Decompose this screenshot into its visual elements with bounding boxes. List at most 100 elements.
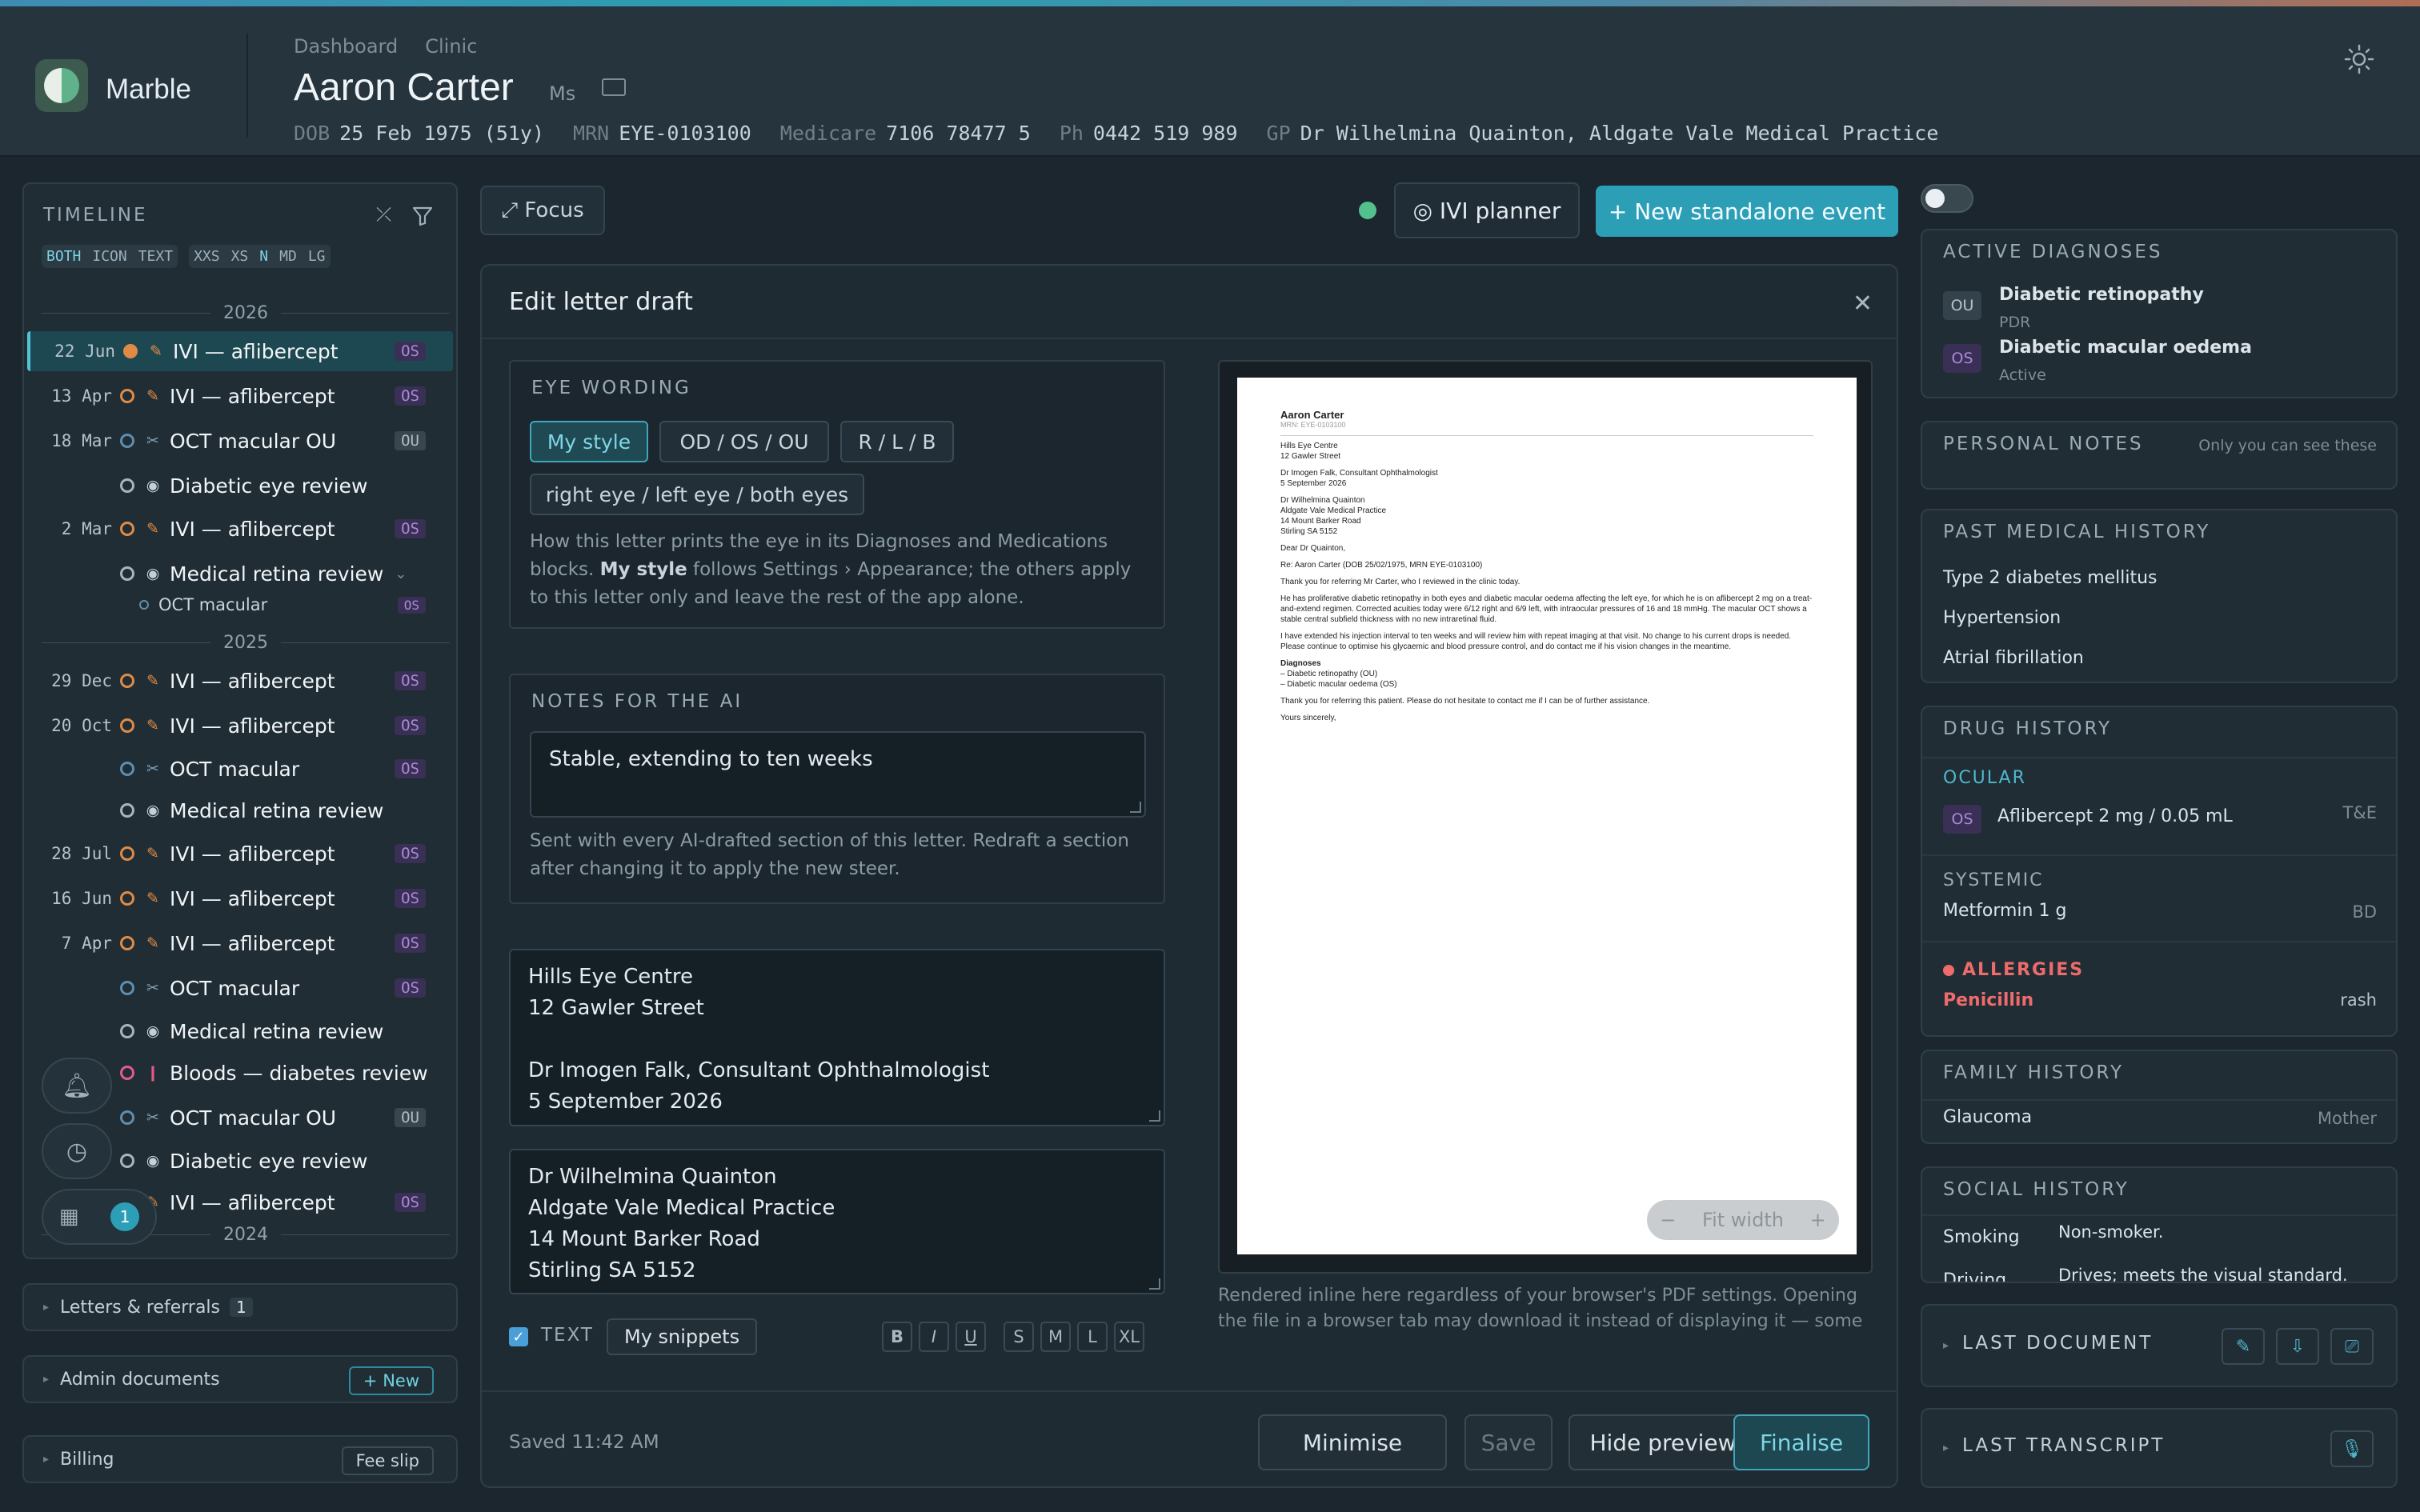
chevron-down-icon[interactable]: ⌄ [395,566,407,582]
family-condition[interactable]: Glaucoma [1943,1107,2032,1127]
chip-xxs[interactable]: XXS [194,248,220,265]
new-standalone-event-button[interactable]: + New standalone event [1596,186,1898,237]
history-button[interactable]: ◷ [42,1123,112,1179]
export-document-icon[interactable]: ⇩ [2276,1328,2319,1365]
eye-badge: OU [1943,291,1981,320]
ivi-planner-button[interactable]: ◎ IVI planner [1394,182,1580,238]
text-checkbox[interactable]: ✓ [509,1327,528,1346]
pmh-item[interactable]: Atrial fibrillation [1943,648,2084,668]
timeline-row[interactable]: 7 Apr ✎ IVI — aflibercept OS [27,923,453,963]
breadcrumb-clinic[interactable]: Clinic [425,35,477,58]
timeline-subrow[interactable]: OCT macular OS [27,589,453,621]
row-date: 7 Apr [61,934,112,953]
size-s-button[interactable]: S [1004,1322,1034,1352]
ocular-drug-name[interactable]: Aflibercept 2 mg / 0.05 mL [1997,806,2233,826]
timeline-row[interactable]: 16 Jun ✎ IVI — aflibercept OS [27,878,453,918]
calendar-button[interactable]: ▦ 1 [42,1189,157,1245]
social-value[interactable]: Drives; meets the visual standard. [2058,1266,2348,1282]
size-l-button[interactable]: L [1077,1322,1108,1352]
timeline-row[interactable]: ◉ Medical retina review ⌄ [27,554,453,594]
theme-sun-icon[interactable] [2343,43,2375,75]
timeline-row[interactable]: 29 Dec ✎ IVI — aflibercept OS [27,661,453,701]
chip-both[interactable]: BOTH [46,248,81,265]
timeline-row[interactable]: ◉ Medical retina review [27,790,453,830]
row-date: 16 Jun [51,889,112,908]
timeline-row[interactable]: 2 Mar ✎ IVI — aflibercept OS [27,509,453,549]
notes-ai-input[interactable]: Stable, extending to ten weeks [530,731,1146,818]
size-xl-button[interactable]: XL [1114,1322,1144,1352]
personal-notes-card[interactable]: PERSONAL NOTES Only you can see these [1921,421,2398,490]
chip-text[interactable]: TEXT [138,248,173,265]
present-screen-icon[interactable]: ⎚ [2330,1328,2374,1365]
letter-diagnoses-heading: Diagnoses [1280,659,1321,668]
eye-wording-od-os-ou[interactable]: OD / OS / OU [659,421,829,462]
collapse-icon[interactable]: ⤫ [376,203,391,226]
hide-preview-button[interactable]: Hide preview [1569,1414,1757,1470]
billing-section[interactable]: ▸ Billing Fee slip [22,1435,458,1483]
edit-pencil-icon[interactable]: ✎ [2222,1328,2265,1365]
social-key: Driving [1943,1270,2007,1283]
systemic-drug-name[interactable]: Metformin 1 g [1943,901,2066,921]
chip-n[interactable]: N [259,248,268,265]
my-snippets-button[interactable]: My snippets [607,1318,758,1355]
panel-toggle[interactable] [1921,184,1973,213]
marble-logo[interactable] [35,59,88,112]
chip-lg[interactable]: LG [308,248,326,265]
new-admin-document-button[interactable]: + New [348,1366,434,1395]
eye-wording-words[interactable]: right eye / left eye / both eyes [530,474,864,515]
letter-closing: Yours sincerely, [1280,714,1336,722]
row-label: Medical retina review [170,562,384,586]
pmh-item[interactable]: Hypertension [1943,608,2061,628]
social-value[interactable]: Non-smoker. [2058,1222,2163,1242]
italic-button[interactable]: I [919,1322,949,1352]
row-date: 29 Dec [51,671,112,690]
diagnosis-name[interactable]: Diabetic macular oedema [1999,338,2252,358]
eye-wording-my-style[interactable]: My style [530,421,648,462]
last-transcript-card[interactable]: ▸ LAST TRANSCRIPT 🎙︎ [1921,1408,2398,1488]
letter-author-line: 5 September 2026 [1280,479,1347,488]
letter-paragraph: Thank you for referring this patient. Pl… [1280,697,1650,706]
admin-documents-section[interactable]: ▸ Admin documents + New [22,1355,458,1403]
save-button[interactable]: Save [1464,1414,1553,1470]
phone-value: 0442 519 989 [1092,122,1238,145]
timeline-row[interactable]: 28 Jul ✎ IVI — aflibercept OS [27,834,453,874]
eye-badge: OS [1943,805,1981,834]
microphone-icon[interactable]: 🎙︎ [2330,1430,2374,1467]
timeline-row[interactable]: 18 Mar ✂ OCT macular OU OU [27,421,453,461]
letters-section[interactable]: ▸ Letters & referrals 1 [22,1283,458,1331]
zoom-in-button[interactable]: + [1810,1209,1826,1231]
timeline-row[interactable]: ✂ OCT macular OS [27,968,453,1008]
filter-icon[interactable] [411,205,434,227]
active-diagnoses-heading: ACTIVE DIAGNOSES [1943,242,2163,262]
recipient-block-input[interactable]: Dr Wilhelmina Quainton Aldgate Vale Medi… [509,1149,1165,1294]
timeline-row[interactable]: 13 Apr ✎ IVI — aflibercept OS [27,376,453,416]
allergy-name[interactable]: Penicillin [1943,990,2033,1010]
chip-xs[interactable]: XS [231,248,249,265]
size-m-button[interactable]: M [1040,1322,1071,1352]
id-card-icon[interactable] [602,78,626,96]
timeline-row[interactable]: 20 Oct ✎ IVI — aflibercept OS [27,706,453,746]
minimise-button[interactable]: Minimise [1258,1414,1447,1470]
close-icon[interactable]: ✕ [1853,290,1873,318]
diagnosis-name[interactable]: Diabetic retinopathy [1999,285,2204,305]
oct-scan-icon: ✂ [146,979,159,997]
eye-wording-r-l-b[interactable]: R / L / B [840,421,954,462]
chip-md[interactable]: MD [279,248,297,265]
last-document-card[interactable]: ▸ LAST DOCUMENT ✎ ⇩ ⎚ [1921,1304,2398,1387]
chip-icon[interactable]: ICON [92,248,126,265]
notifications-button[interactable]: 🔔︎ [42,1058,112,1114]
pmh-item[interactable]: Type 2 diabetes mellitus [1943,568,2158,588]
finalise-button[interactable]: Finalise [1733,1414,1869,1470]
fee-slip-button[interactable]: Fee slip [341,1446,434,1475]
timeline-row[interactable]: ✂ OCT macular OS [27,749,453,789]
zoom-out-button[interactable]: − [1660,1209,1676,1231]
timeline-row[interactable]: ◉ Medical retina review [27,1011,453,1051]
bold-button[interactable]: B [882,1322,912,1352]
timeline-row[interactable]: 22 Jun ✎ IVI — aflibercept OS [27,331,453,371]
breadcrumb-dashboard[interactable]: Dashboard [294,35,398,58]
focus-button[interactable]: ⤢ Focus [480,186,605,235]
underline-button[interactable]: U [956,1322,986,1352]
sender-block-input[interactable]: Hills Eye Centre 12 Gawler Street Dr Imo… [509,949,1165,1126]
eye-badge: OS [395,844,426,863]
timeline-row[interactable]: ◉ Diabetic eye review [27,466,453,506]
